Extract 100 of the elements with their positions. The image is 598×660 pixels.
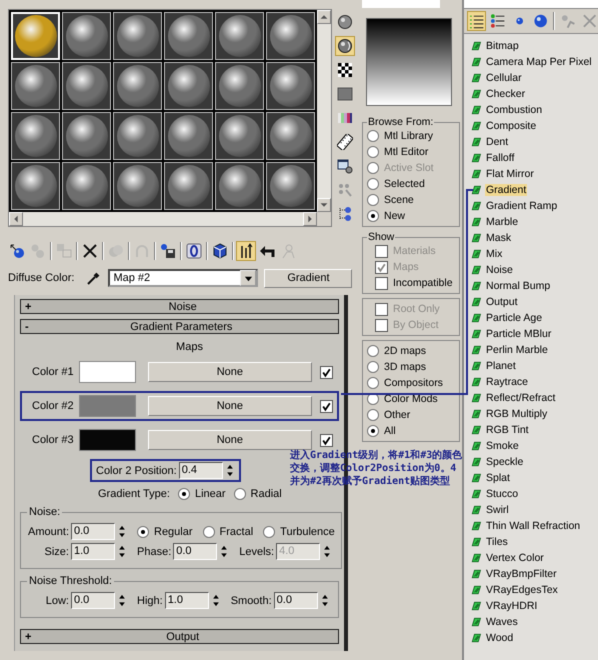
dots-icon[interactable]: [336, 181, 354, 199]
radio-button[interactable]: Regular: [137, 526, 193, 538]
text-field[interactable]: [362, 0, 440, 8]
map-type-button[interactable]: Gradient: [264, 268, 352, 288]
radio-button[interactable]: Mtl Library: [367, 128, 455, 144]
list-item[interactable]: Stucco: [485, 488, 520, 500]
list-item[interactable]: VRayEdgesTex: [485, 584, 559, 596]
color-swatch[interactable]: [78, 429, 136, 451]
list-item[interactable]: Normal Bump: [485, 280, 552, 292]
radio-icon[interactable]: [367, 146, 379, 158]
radio-button[interactable]: 3D maps: [367, 359, 455, 375]
radio-button[interactable]: Color Mods: [367, 391, 455, 407]
list-item[interactable]: Composite: [485, 120, 538, 132]
checkbox[interactable]: [320, 400, 333, 412]
radio-icon[interactable]: [178, 488, 190, 500]
list-item[interactable]: Dent: [485, 136, 510, 148]
radio-icon[interactable]: [367, 178, 379, 190]
radio-button[interactable]: Linear: [178, 488, 226, 500]
list-item[interactable]: Cellular: [485, 72, 523, 84]
list-item[interactable]: Thin Wall Refraction: [485, 520, 582, 532]
list-item[interactable]: Splat: [485, 472, 511, 484]
list-item[interactable]: Wood: [485, 632, 514, 644]
list-item[interactable]: Reflect/Refract: [485, 392, 556, 404]
list-item[interactable]: Perlin Marble: [485, 344, 549, 356]
list-item[interactable]: Speckle: [485, 456, 524, 468]
radio-icon[interactable]: [367, 409, 379, 421]
map-button[interactable]: None: [148, 396, 312, 416]
sphere-icon[interactable]: [336, 13, 354, 31]
radio-icon[interactable]: [367, 425, 379, 437]
list-item[interactable]: Checker: [485, 88, 526, 100]
sphere-arrow-icon[interactable]: [8, 242, 26, 260]
radio-icon[interactable]: [367, 130, 379, 142]
radio-icon[interactable]: [367, 345, 379, 357]
spinner-icon[interactable]: [117, 543, 127, 560]
radio-button[interactable]: Other: [367, 407, 455, 423]
list-item[interactable]: Swirl: [485, 504, 510, 516]
list-item[interactable]: Vertex Color: [485, 552, 545, 564]
radio-icon[interactable]: [367, 361, 379, 373]
name-field[interactable]: [464, 0, 598, 9]
list-item[interactable]: Noise: [485, 264, 514, 276]
list-item[interactable]: Tiles: [485, 536, 509, 548]
list-item[interactable]: Mask: [485, 232, 512, 244]
list-item[interactable]: Raytrace: [485, 376, 530, 388]
radio-button[interactable]: 2D maps: [367, 343, 455, 359]
close-icon[interactable]: [81, 242, 99, 260]
ring-icon[interactable]: [185, 242, 203, 260]
list-item[interactable]: Mix: [485, 248, 504, 260]
list-item[interactable]: VRayHDRI: [485, 600, 538, 612]
list-item[interactable]: RGB Multiply: [485, 408, 548, 420]
radio-icon[interactable]: [263, 526, 276, 538]
floppy-icon[interactable]: [159, 242, 177, 260]
radio-button[interactable]: Compositors: [367, 375, 455, 391]
rollout-header[interactable]: + Noise: [20, 299, 339, 314]
checkbox[interactable]: [320, 434, 333, 446]
radio-icon[interactable]: [234, 488, 246, 500]
radio-icon[interactable]: [137, 526, 149, 538]
checker-icon[interactable]: [336, 61, 354, 79]
list-icon[interactable]: [489, 12, 507, 30]
radio-button[interactable]: Turbulence: [263, 526, 335, 538]
number-field[interactable]: 0.0: [173, 543, 218, 560]
vertical-scrollbar[interactable]: [317, 10, 331, 212]
radio-button[interactable]: Scene: [367, 192, 455, 208]
number-field[interactable]: 1.0: [71, 543, 115, 560]
checkbox[interactable]: Incompatible: [367, 275, 455, 291]
radio-icon[interactable]: [367, 194, 379, 206]
radio-button[interactable]: Mtl Editor: [367, 144, 455, 160]
list-item[interactable]: Marble: [485, 216, 520, 228]
map-button[interactable]: None: [148, 430, 312, 450]
list-item[interactable]: Camera Map Per Pixel: [485, 56, 593, 68]
list-item[interactable]: Output: [485, 296, 519, 308]
checkbox-icon[interactable]: [375, 276, 388, 290]
list-item[interactable]: Gradient Ramp: [485, 200, 558, 212]
list-item[interactable]: Particle Age: [485, 312, 544, 324]
radio-icon[interactable]: [367, 377, 379, 389]
number-field[interactable]: 0.0: [71, 523, 115, 540]
radio-button[interactable]: Fractal: [202, 526, 254, 538]
cube-icon[interactable]: [211, 242, 229, 260]
square-icon[interactable]: [336, 85, 354, 103]
horizontal-scrollbar[interactable]: [9, 212, 317, 226]
list-item[interactable]: Flat Mirror: [485, 168, 535, 180]
checkbox[interactable]: [320, 366, 333, 378]
list-item[interactable]: Particle MBlur: [485, 328, 552, 340]
number-field[interactable]: 0.0: [274, 592, 318, 609]
list-item[interactable]: VRayBmpFilter: [485, 568, 558, 580]
list-item[interactable]: Smoke: [485, 440, 520, 452]
radio-icon[interactable]: [367, 210, 379, 222]
list-item[interactable]: Combustion: [485, 104, 544, 116]
spinner-icon[interactable]: [117, 592, 127, 609]
radio-button[interactable]: Selected: [367, 176, 455, 192]
map-name-dropdown[interactable]: Map #2: [108, 269, 258, 287]
list-item[interactable]: RGB Tint: [485, 424, 530, 436]
list-item[interactable]: Falloff: [485, 152, 516, 164]
number-field[interactable]: 1.0: [164, 592, 209, 609]
color-swatch[interactable]: [78, 361, 136, 383]
radio-button[interactable]: All: [367, 423, 455, 439]
sphere-icon[interactable]: [336, 37, 354, 55]
map-button[interactable]: None: [148, 362, 312, 382]
spinner-icon[interactable]: [117, 523, 127, 540]
list-item[interactable]: Gradient: [485, 184, 528, 196]
list-item[interactable]: Bitmap: [485, 40, 520, 52]
